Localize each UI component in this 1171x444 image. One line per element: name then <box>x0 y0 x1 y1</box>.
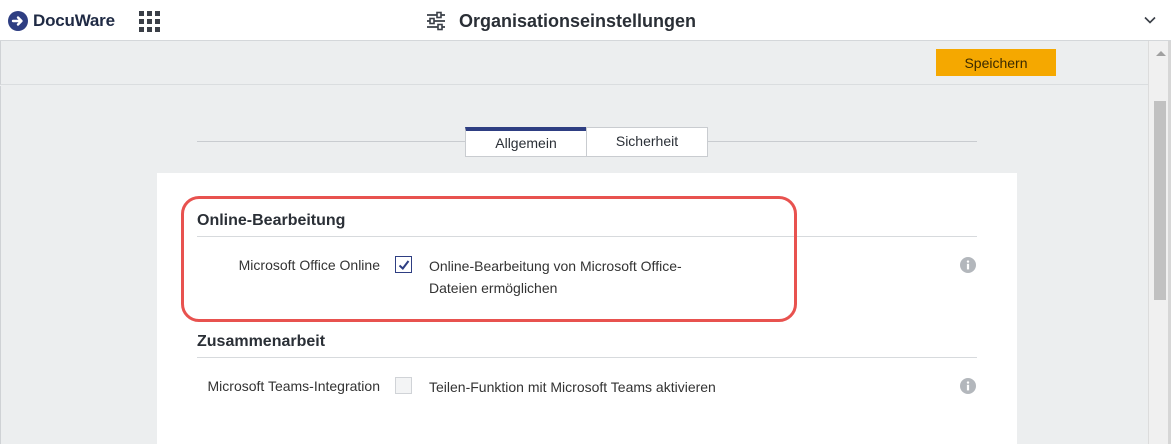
setting-description-teams-integration: Teilen-Funktion mit Microsoft Teams akti… <box>429 379 716 395</box>
top-bar: DocuWare Organisationseinstellungen <box>0 0 1171 41</box>
scroll-thumb[interactable] <box>1154 101 1166 300</box>
save-button[interactable]: Speichern <box>936 49 1056 76</box>
section-divider <box>197 236 977 237</box>
teams-integration-checkbox[interactable] <box>395 377 412 394</box>
settings-card: Online-Bearbeitung Microsoft Office Onli… <box>157 173 1017 444</box>
docuware-logo-icon <box>8 11 28 31</box>
chevron-down-icon[interactable] <box>1143 13 1157 27</box>
section-title-zusammenarbeit: Zusammenarbeit <box>197 333 326 350</box>
tab-allgemein[interactable]: Allgemein <box>465 127 587 157</box>
apps-grid-icon[interactable] <box>139 11 160 32</box>
section-divider <box>197 357 977 358</box>
page-title: Organisationseinstellungen <box>459 10 697 31</box>
setting-label-teams-integration: Microsoft Teams-Integration <box>207 378 380 394</box>
scroll-up-arrow-icon[interactable] <box>1156 51 1166 56</box>
tab-sicherheit[interactable]: Sicherheit <box>586 127 708 157</box>
page-header: Organisationseinstellungen <box>426 8 696 34</box>
action-toolbar: Speichern <box>0 41 1148 85</box>
sliders-icon <box>427 11 445 31</box>
setting-label-office-online: Microsoft Office Online <box>238 257 380 273</box>
setting-description-office-online: Online-Bearbeitung von Microsoft Office-… <box>429 258 682 296</box>
main-content: Allgemein Sicherheit Online-Bearbeitung … <box>0 86 1148 444</box>
app-logo[interactable]: DocuWare <box>8 9 115 33</box>
info-icon[interactable] <box>960 257 976 273</box>
app-name: DocuWare <box>33 11 115 30</box>
office-online-checkbox[interactable] <box>395 256 412 273</box>
section-title-online-bearbeitung: Online-Bearbeitung <box>197 212 346 229</box>
info-icon[interactable] <box>960 378 976 394</box>
